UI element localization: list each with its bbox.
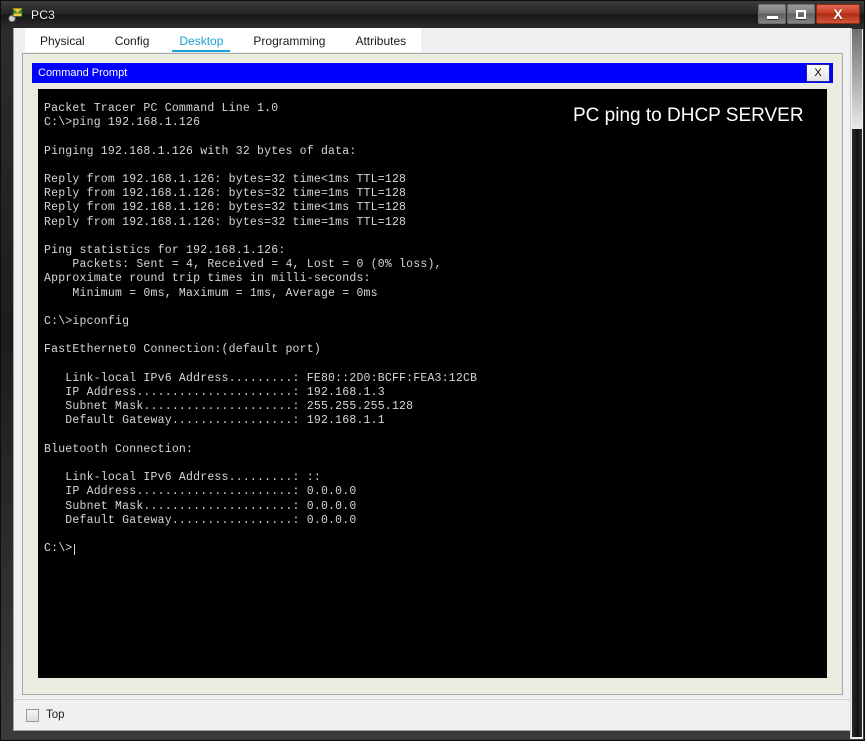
window-titlebar[interactable]: PC3 X: [1, 1, 864, 28]
console-output: Packet Tracer PC Command Line 1.0 C:\>pi…: [44, 102, 478, 556]
tab-desktop[interactable]: Desktop: [164, 28, 239, 53]
command-prompt-titlebar[interactable]: Command Prompt X: [32, 63, 833, 83]
bottom-bar: Top: [14, 699, 851, 730]
close-icon: X: [833, 6, 843, 22]
command-prompt-body-frame: Packet Tracer PC Command Line 1.0 C:\>pi…: [32, 83, 833, 682]
window-title: PC3: [31, 7, 55, 22]
outer-vertical-scrollbar[interactable]: [850, 29, 863, 739]
minimize-icon: [766, 15, 778, 19]
maximize-button[interactable]: [787, 4, 815, 24]
tab-attributes[interactable]: Attributes: [340, 28, 422, 53]
pc3-window: PC3 X Physical Config Desktop Programmin…: [0, 0, 865, 741]
top-checkbox-label: Top: [46, 709, 65, 721]
close-button[interactable]: X: [816, 4, 860, 24]
top-checkbox[interactable]: [26, 708, 39, 722]
console-surface[interactable]: Packet Tracer PC Command Line 1.0 C:\>pi…: [38, 89, 827, 678]
command-prompt-window: Command Prompt X Packet Tracer PC Comman…: [32, 63, 833, 682]
scrollbar-track[interactable]: [852, 29, 862, 129]
tab-physical[interactable]: Physical: [25, 28, 100, 53]
tab-programming[interactable]: Programming: [238, 28, 341, 53]
command-prompt-title: Command Prompt: [38, 66, 128, 79]
maximize-icon: [796, 9, 806, 19]
console-caret: [74, 544, 76, 556]
window-controls: X: [758, 4, 860, 24]
command-prompt-close-button[interactable]: X: [806, 64, 830, 82]
packet-tracer-pc-icon: [7, 6, 25, 24]
minimize-button[interactable]: [758, 4, 786, 24]
scrollbar-thumb[interactable]: [852, 129, 862, 737]
window-client-area: Physical Config Desktop Programming Attr…: [13, 28, 852, 731]
annotation-label: PC ping to DHCP SERVER: [573, 105, 804, 126]
tab-strip: Physical Config Desktop Programming Attr…: [14, 28, 851, 53]
desktop-panel: Command Prompt X Packet Tracer PC Comman…: [22, 53, 843, 695]
tab-config[interactable]: Config: [99, 28, 165, 53]
